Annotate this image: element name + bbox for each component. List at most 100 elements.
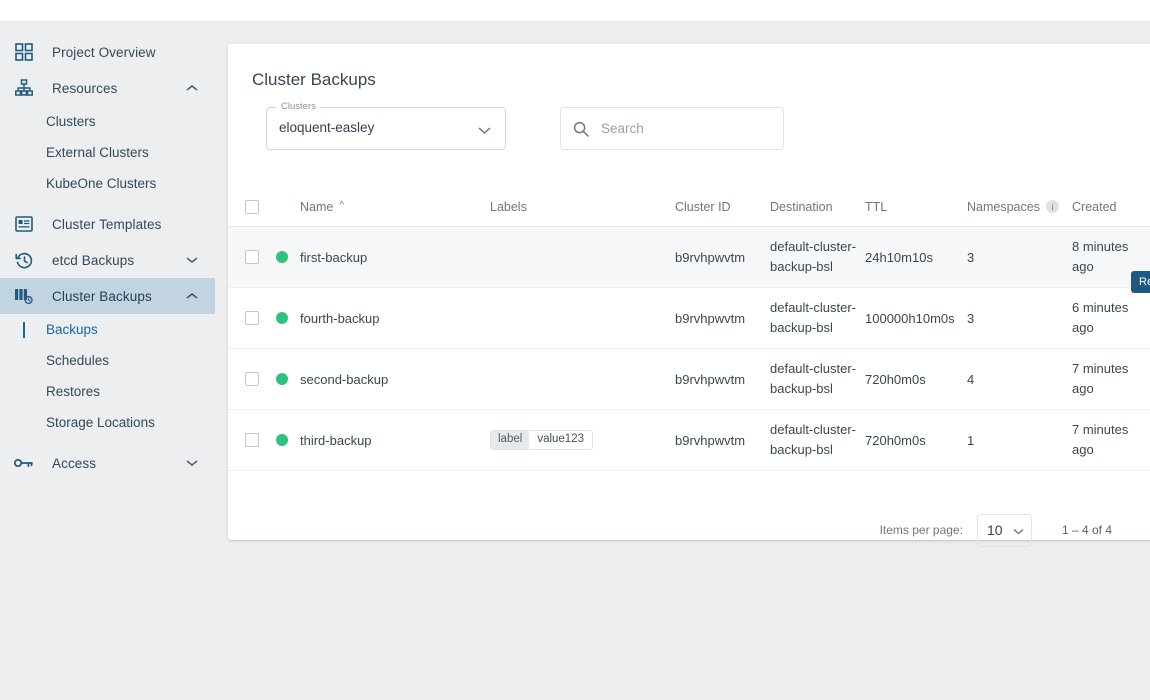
row-status-cell (264, 227, 300, 287)
sort-asc-icon: ^ (339, 200, 344, 211)
cluster-select-value: eloquent-easley (279, 120, 374, 135)
header-created[interactable]: Created (1072, 194, 1136, 226)
first-page-button[interactable] (1146, 524, 1150, 537)
row-cluster-id: b9rvhpwvtm (675, 227, 770, 287)
table-row[interactable]: fourth-backup b9rvhpwvtm default-cluster… (228, 288, 1150, 349)
chevron-down-icon[interactable] (179, 459, 205, 467)
search-icon (573, 121, 589, 137)
sidebar-item-cluster-templates[interactable]: Cluster Templates (0, 206, 215, 242)
history-icon (10, 249, 38, 271)
table-row[interactable]: first-backup b9rvhpwvtm default-cluster-… (228, 227, 1150, 288)
row-checkbox[interactable] (245, 372, 259, 386)
toolbar: Clusters eloquent-easley + Create (266, 107, 1150, 159)
page-title: Cluster Backups (252, 70, 376, 90)
backups-icon (10, 285, 38, 307)
sidebar-item-access[interactable]: Access (0, 445, 215, 481)
row-destination: default-cluster-backup-bsl (770, 410, 865, 470)
row-destination-value: default-cluster-backup-bsl (770, 237, 865, 277)
table-row[interactable]: third-backup label value123 b9rvhpwvtm d… (228, 410, 1150, 471)
row-select-cell (228, 410, 264, 470)
row-created-value: 7 minutes ago (1072, 359, 1136, 399)
row-labels (490, 227, 675, 287)
template-icon (10, 213, 38, 235)
sidebar-item-label: Resources (52, 81, 179, 96)
table-header-row: Name ^ Labels Cluster ID Destination TTL… (228, 194, 1150, 227)
cluster-select[interactable]: Clusters eloquent-easley (266, 107, 506, 150)
sidebar-item-kubeone-clusters[interactable]: KubeOne Clusters (0, 168, 215, 199)
row-created: 7 minutes ago (1072, 349, 1136, 409)
sidebar-item-storage-locations[interactable]: Storage Locations (0, 407, 215, 438)
chevron-down-icon[interactable] (179, 256, 205, 264)
info-icon[interactable]: i (1046, 200, 1059, 213)
header-name[interactable]: Name ^ (300, 194, 490, 226)
sidebar-item-label: etcd Backups (52, 253, 179, 268)
sidebar-subitem-label: Storage Locations (46, 415, 155, 430)
items-per-page-label: Items per page: (880, 523, 963, 537)
sidebar-item-clusters[interactable]: Clusters (0, 106, 215, 137)
row-select-cell (228, 349, 264, 409)
row-created-value: 8 minutes ago (1072, 237, 1136, 277)
key-icon (10, 452, 38, 474)
header-labels[interactable]: Labels (490, 194, 675, 226)
chevron-down-icon (1013, 522, 1024, 538)
header-destination[interactable]: Destination (770, 194, 865, 226)
search-input[interactable] (599, 120, 759, 137)
sidebar-item-resources[interactable]: Resources (0, 70, 215, 106)
row-status-cell (264, 410, 300, 470)
header-name-label: Name (300, 200, 333, 214)
header-cluster-id[interactable]: Cluster ID (675, 194, 770, 226)
row-destination-value: default-cluster-backup-bsl (770, 359, 865, 399)
row-name: second-backup (300, 349, 490, 409)
sidebar-item-label: Access (52, 456, 179, 471)
row-destination: default-cluster-backup-bsl (770, 227, 865, 287)
row-select-cell (228, 288, 264, 348)
row-destination-value: default-cluster-backup-bsl (770, 420, 865, 460)
sidebar-item-cluster-backups[interactable]: Cluster Backups (0, 278, 215, 314)
header-namespaces-label: Namespaces (967, 200, 1040, 214)
table-row[interactable]: second-backup b9rvhpwvtm default-cluster… (228, 349, 1150, 410)
sitemap-icon (10, 77, 38, 99)
sidebar: Project Overview Resources Clusters Exte… (0, 22, 215, 700)
sidebar-item-backups[interactable]: Backups (0, 314, 215, 345)
row-namespaces: 3 (967, 288, 1072, 348)
sidebar-item-etcd-backups[interactable]: etcd Backups (0, 242, 215, 278)
row-namespaces: 3 (967, 227, 1072, 287)
row-ttl: 100000h10m0s (865, 288, 967, 348)
row-checkbox[interactable] (245, 250, 259, 264)
chevron-up-icon[interactable] (179, 292, 205, 300)
search-field[interactable] (560, 107, 784, 150)
label-chip[interactable]: label value123 (490, 430, 593, 450)
chevron-down-icon[interactable] (478, 122, 491, 140)
sidebar-item-schedules[interactable]: Schedules (0, 345, 215, 376)
sidebar-subitem-label: KubeOne Clusters (46, 176, 156, 191)
row-checkbox[interactable] (245, 433, 259, 447)
row-checkbox[interactable] (245, 311, 259, 325)
row-ttl: 24h10m10s (865, 227, 967, 287)
header-status (264, 194, 300, 226)
chevron-up-icon[interactable] (179, 84, 205, 92)
sidebar-subitem-label: Restores (46, 384, 100, 399)
sidebar-subitem-label: Schedules (46, 353, 109, 368)
select-all-checkbox[interactable] (245, 200, 259, 214)
active-indicator (23, 322, 25, 338)
sidebar-item-project-overview[interactable]: Project Overview (0, 34, 215, 70)
status-dot (276, 434, 288, 446)
header-created-label: Created (1072, 200, 1116, 214)
items-per-page-value: 10 (987, 522, 1003, 538)
row-namespaces: 1 (967, 410, 1072, 470)
sidebar-spacer (0, 438, 215, 445)
header-namespaces[interactable]: Namespaces i (967, 194, 1072, 226)
sidebar-item-restores[interactable]: Restores (0, 376, 215, 407)
row-created: 7 minutes ago (1072, 410, 1136, 470)
label-chip-key: label (491, 431, 529, 449)
sidebar-item-label: Cluster Templates (52, 217, 215, 232)
sidebar-item-external-clusters[interactable]: External Clusters (0, 137, 215, 168)
header-ttl[interactable]: TTL (865, 194, 967, 226)
row-labels (490, 349, 675, 409)
paginator: Items per page: 10 1 – 4 of 4 (228, 504, 1150, 556)
items-per-page-select[interactable]: 10 (977, 514, 1032, 547)
row-created: 6 minutes ago (1072, 288, 1136, 348)
row-created-value: 7 minutes ago (1072, 420, 1136, 460)
row-ttl: 720h0m0s (865, 410, 967, 470)
row-cluster-id: b9rvhpwvtm (675, 410, 770, 470)
